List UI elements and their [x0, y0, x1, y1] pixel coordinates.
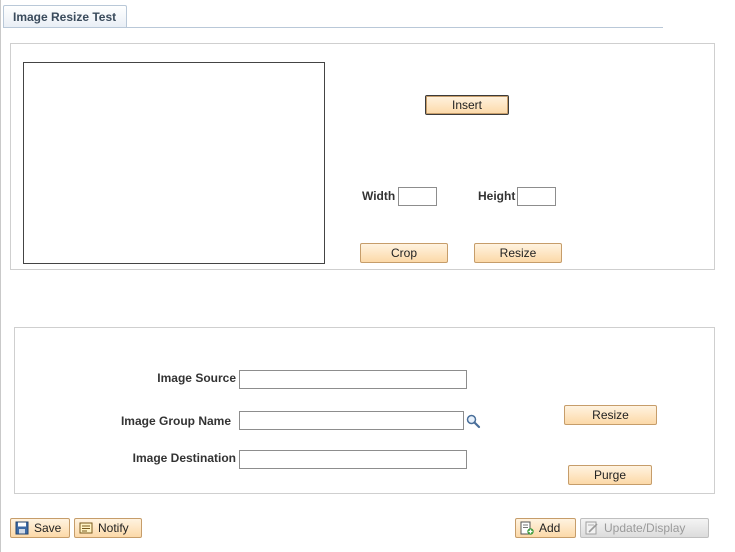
purge-button[interactable]: Purge — [568, 465, 652, 485]
add-button[interactable]: Add — [515, 518, 576, 538]
image-source-input[interactable] — [239, 370, 467, 389]
save-button[interactable]: Save — [10, 518, 70, 538]
image-group-name-input[interactable] — [239, 411, 464, 430]
crop-button[interactable]: Crop — [360, 243, 448, 263]
notify-label: Notify — [98, 521, 129, 535]
image-source-label: Image Source — [157, 371, 236, 385]
save-label: Save — [34, 521, 62, 535]
save-icon — [15, 521, 29, 535]
image-destination-input[interactable] — [239, 450, 467, 469]
update-display-icon — [585, 521, 599, 535]
window-left-edge — [0, 0, 1, 552]
resize-button[interactable]: Resize — [474, 243, 562, 263]
update-display-label: Update/Display — [604, 521, 686, 535]
insert-button[interactable]: Insert — [425, 95, 509, 115]
settings-resize-button[interactable]: Resize — [564, 405, 657, 425]
tab-image-resize-test[interactable]: Image Resize Test — [3, 5, 127, 28]
tab-strip-line — [3, 27, 663, 28]
notify-button[interactable]: Notify — [74, 518, 142, 538]
height-label: Height — [478, 189, 516, 203]
search-icon[interactable] — [465, 413, 481, 429]
height-input[interactable] — [517, 187, 556, 206]
width-input[interactable] — [398, 187, 437, 206]
image-destination-label: Image Destination — [132, 451, 236, 465]
width-label: Width — [362, 189, 396, 203]
add-label: Add — [539, 521, 561, 535]
image-group-name-label: Image Group Name — [120, 414, 231, 428]
add-icon — [520, 521, 534, 535]
image-preview — [23, 62, 325, 264]
update-display-button: Update/Display — [580, 518, 709, 538]
notify-icon — [79, 521, 93, 535]
